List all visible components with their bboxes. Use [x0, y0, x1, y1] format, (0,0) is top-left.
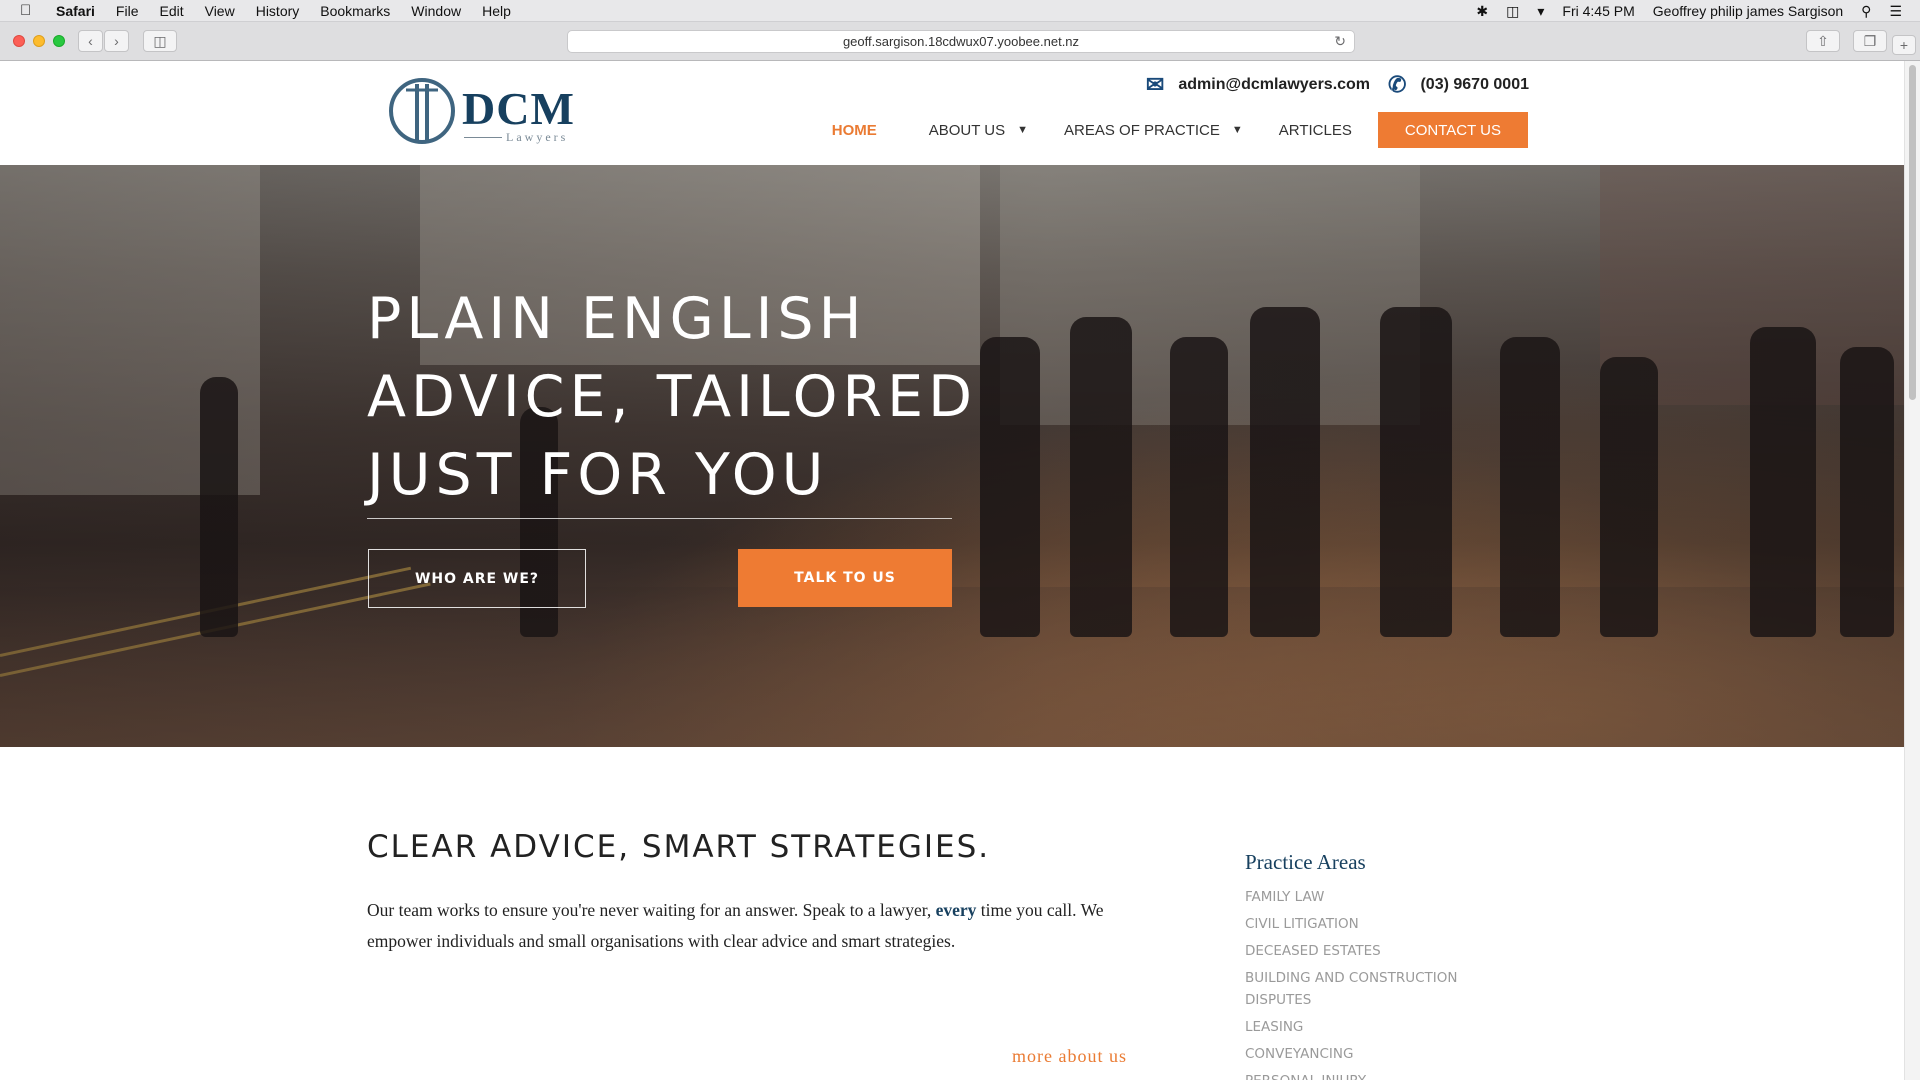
hero-title: PLAIN ENGLISH ADVICE, TAILORED JUST FOR …: [367, 280, 977, 514]
caret-down-icon: ▼: [1231, 124, 1243, 136]
window-zoom-button[interactable]: [53, 35, 65, 47]
forward-button[interactable]: ›: [104, 30, 129, 52]
more-about-us-link[interactable]: more about us: [1012, 1046, 1127, 1067]
share-icon: ⇧: [1817, 32, 1829, 49]
hero-title-line: ADVICE, TAILORED: [367, 364, 978, 430]
address-bar[interactable]: geoff.sargison.18cdwux07.yoobee.net.nz ↻: [567, 30, 1355, 53]
menu-view[interactable]: View: [205, 3, 235, 19]
dcm-logo[interactable]: DCM Lawyers: [388, 78, 574, 144]
menu-app-safari[interactable]: Safari: [56, 3, 95, 19]
nav-articles[interactable]: ARTICLES: [1279, 122, 1352, 139]
main-nav: HOME ABOUT US ▼ AREAS OF PRACTICE ▼ ARTI…: [832, 112, 1528, 148]
header-email-link[interactable]: admin@dcmlawyers.com: [1178, 76, 1370, 94]
bluetooth-icon[interactable]: ✱: [1476, 3, 1488, 20]
practice-areas-list: FAMILY LAW CIVIL LITIGATION DECEASED EST…: [1245, 886, 1505, 1080]
practice-area-link[interactable]: LEASING: [1245, 1016, 1505, 1038]
intro-emphasis: every: [935, 900, 977, 920]
tabs-overview-button[interactable]: ❐: [1853, 30, 1887, 52]
menu-window[interactable]: Window: [411, 3, 461, 19]
header-phone-link[interactable]: (03) 9670 0001: [1420, 76, 1529, 94]
url-text: geoff.sargison.18cdwux07.yoobee.net.nz: [842, 34, 1080, 49]
menu-edit[interactable]: Edit: [159, 3, 183, 19]
apple-menu-icon[interactable]: : [20, 2, 42, 19]
practice-areas-heading: Practice Areas: [1245, 850, 1366, 874]
page-scrollbar[interactable]: [1904, 61, 1920, 1080]
spotlight-search-icon[interactable]: ⚲: [1861, 3, 1871, 20]
nav-areas-label: AREAS OF PRACTICE: [1064, 121, 1220, 139]
logo-wordmark: DCM: [462, 83, 575, 134]
practice-area-link[interactable]: PERSONAL INJURY: [1245, 1070, 1505, 1080]
hero-divider: [367, 518, 952, 519]
talk-to-us-button[interactable]: TALK TO US: [738, 549, 952, 607]
intro-heading: CLEAR ADVICE, SMART STRATEGIES.: [367, 829, 991, 865]
intro-paragraph: Our team works to ensure you're never wa…: [367, 895, 1127, 957]
menubar-clock[interactable]: Fri 4:45 PM: [1562, 3, 1634, 19]
envelope-icon: ✉: [1145, 72, 1165, 97]
nav-about-us[interactable]: ABOUT US ▼: [929, 122, 1028, 139]
browser-toolbar: ‹ › ◫ geoff.sargison.18cdwux07.yoobee.ne…: [0, 22, 1920, 61]
hero-banner: PLAIN ENGLISH ADVICE, TAILORED JUST FOR …: [0, 165, 1904, 747]
logo-emblem-icon: [389, 78, 455, 144]
volume-icon[interactable]: ▾: [1537, 3, 1544, 20]
macos-menubar:  Safari File Edit View History Bookmark…: [0, 0, 1920, 22]
logo-subtitle: Lawyers: [506, 130, 569, 144]
webpage: DCM Lawyers ✉ admin@dcmlawyers.com ✆ (03…: [0, 61, 1904, 1080]
window-minimize-button[interactable]: [33, 35, 45, 47]
header-contact-line: ✉ admin@dcmlawyers.com ✆ (03) 9670 0001: [1146, 72, 1529, 98]
menu-bookmarks[interactable]: Bookmarks: [320, 3, 390, 19]
new-tab-button[interactable]: +: [1892, 35, 1916, 55]
sidebar-toggle-button[interactable]: ◫: [143, 30, 177, 52]
practice-area-link[interactable]: DECEASED ESTATES: [1245, 940, 1505, 962]
practice-area-link[interactable]: CONVEYANCING: [1245, 1043, 1505, 1065]
intro-text-part: Our team works to ensure you're never wa…: [367, 900, 936, 920]
scrollbar-thumb[interactable]: [1909, 65, 1916, 400]
hero-title-line: PLAIN ENGLISH: [367, 286, 867, 352]
notification-center-icon[interactable]: ☰: [1889, 3, 1902, 20]
caret-down-icon: ▼: [1017, 124, 1029, 136]
tabs-icon: ❐: [1863, 32, 1877, 49]
practice-area-link[interactable]: BUILDING AND CONSTRUCTION DISPUTES: [1245, 967, 1505, 1011]
nav-home[interactable]: HOME: [832, 122, 877, 139]
hero-title-line: JUST FOR YOU: [367, 442, 829, 508]
wifi-icon[interactable]: ◫: [1506, 3, 1519, 20]
sidebar-icon: ◫: [153, 32, 167, 49]
share-button[interactable]: ⇧: [1806, 30, 1840, 52]
menubar-user[interactable]: Geoffrey philip james Sargison: [1653, 3, 1843, 19]
menubar-status-area: ✱ ◫ ▾ Fri 4:45 PM Geoffrey philip james …: [1476, 0, 1920, 22]
back-button[interactable]: ‹: [78, 30, 103, 52]
menu-help[interactable]: Help: [482, 3, 511, 19]
window-close-button[interactable]: [13, 35, 25, 47]
chevron-right-icon: ›: [114, 33, 119, 49]
site-header: DCM Lawyers ✉ admin@dcmlawyers.com ✆ (03…: [0, 61, 1904, 165]
practice-area-link[interactable]: FAMILY LAW: [1245, 886, 1505, 908]
logo-divider: [464, 137, 502, 138]
nav-about-label: ABOUT US: [928, 121, 1006, 139]
who-are-we-button[interactable]: WHO ARE WE?: [368, 549, 586, 608]
menu-history[interactable]: History: [256, 3, 300, 19]
nav-contact-us-button[interactable]: CONTACT US: [1377, 112, 1528, 148]
plus-icon: +: [1899, 37, 1909, 53]
phone-icon: ✆: [1388, 72, 1407, 97]
menu-file[interactable]: File: [116, 3, 139, 19]
nav-areas-of-practice[interactable]: AREAS OF PRACTICE ▼: [1064, 122, 1243, 139]
practice-area-link[interactable]: CIVIL LITIGATION: [1245, 913, 1505, 935]
chevron-left-icon: ‹: [88, 33, 93, 49]
reload-icon[interactable]: ↻: [1334, 33, 1346, 50]
